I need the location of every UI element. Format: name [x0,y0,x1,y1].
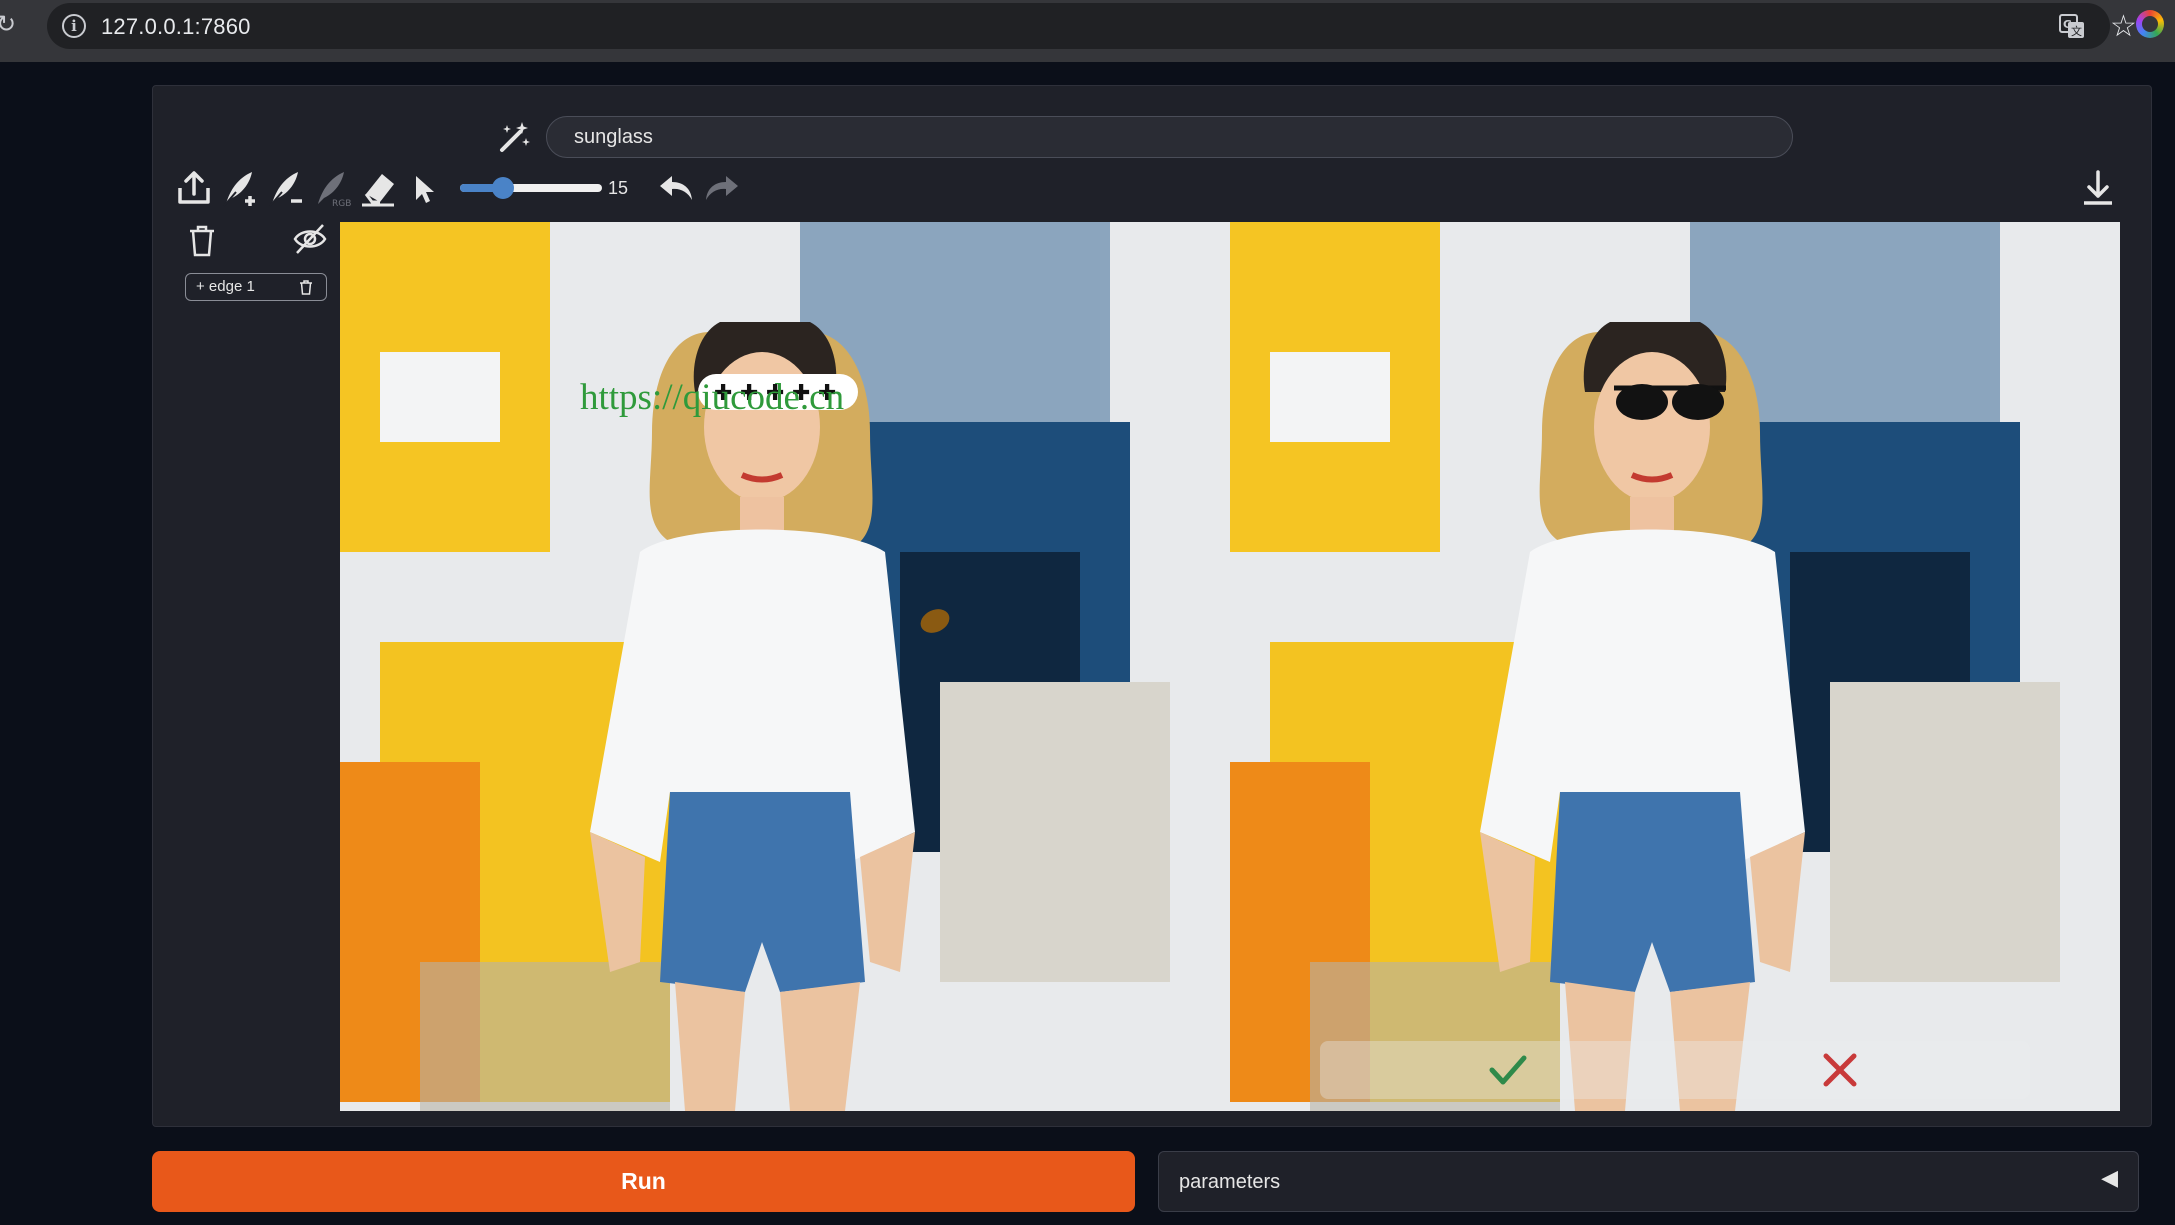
parameters-accordion[interactable]: parameters ◀ [1158,1151,2139,1212]
rgb-brush-icon[interactable]: RGB [312,168,352,209]
reload-icon[interactable]: ↻ [0,10,20,40]
trash-icon[interactable] [298,279,314,296]
redo-icon[interactable] [702,168,742,208]
layer-label: + edge 1 [196,278,255,295]
eraser-icon[interactable] [358,168,398,208]
trash-icon[interactable] [186,224,218,258]
layer-item[interactable]: + edge 1 [185,273,327,301]
browser-toolbar: ↻ i 127.0.0.1:7860 G 文 ☆ [0,0,2175,62]
url-text[interactable]: 127.0.0.1:7860 [101,14,251,40]
watermark-text: https://qiucode.cn [580,377,845,418]
image-canvas[interactable]: ✚ ✚ ✚ ✚ ✚ [340,222,2120,1111]
parameters-label: parameters [1179,1171,1281,1193]
check-icon[interactable] [1488,1052,1528,1088]
add-brush-icon[interactable] [220,168,260,208]
address-bar[interactable]: i 127.0.0.1:7860 G 文 ☆ [47,3,2137,49]
svg-text:RGB: RGB [332,199,351,208]
upload-icon[interactable] [174,168,214,208]
sunglasses [1614,384,1726,420]
source-image[interactable]: ✚ ✚ ✚ ✚ ✚ [340,222,1230,1111]
result-image[interactable] [1230,222,2120,1111]
undo-icon[interactable] [656,168,696,208]
remove-brush-icon[interactable] [266,168,306,208]
star-icon[interactable]: ☆ [2110,9,2137,44]
download-icon[interactable] [2078,168,2118,208]
info-icon[interactable]: i [62,14,86,38]
magic-wand-icon[interactable] [498,120,532,154]
eye-off-icon[interactable] [292,222,328,256]
profile-icon[interactable] [2136,10,2164,38]
translate-icon[interactable]: G 文 [2059,14,2085,40]
prompt-input[interactable] [546,116,1793,158]
caret-left-icon[interactable]: ◀ [2101,1166,2118,1191]
pointer-icon[interactable] [404,168,444,208]
brush-size-slider[interactable] [460,177,602,199]
brush-size-value: 15 [608,178,629,198]
close-icon[interactable] [1822,1052,1858,1088]
run-button[interactable]: Run [152,1151,1135,1212]
brush-size-thumb[interactable] [491,177,514,199]
svg-text:文: 文 [2071,24,2082,38]
result-action-bar [1320,1041,2030,1099]
